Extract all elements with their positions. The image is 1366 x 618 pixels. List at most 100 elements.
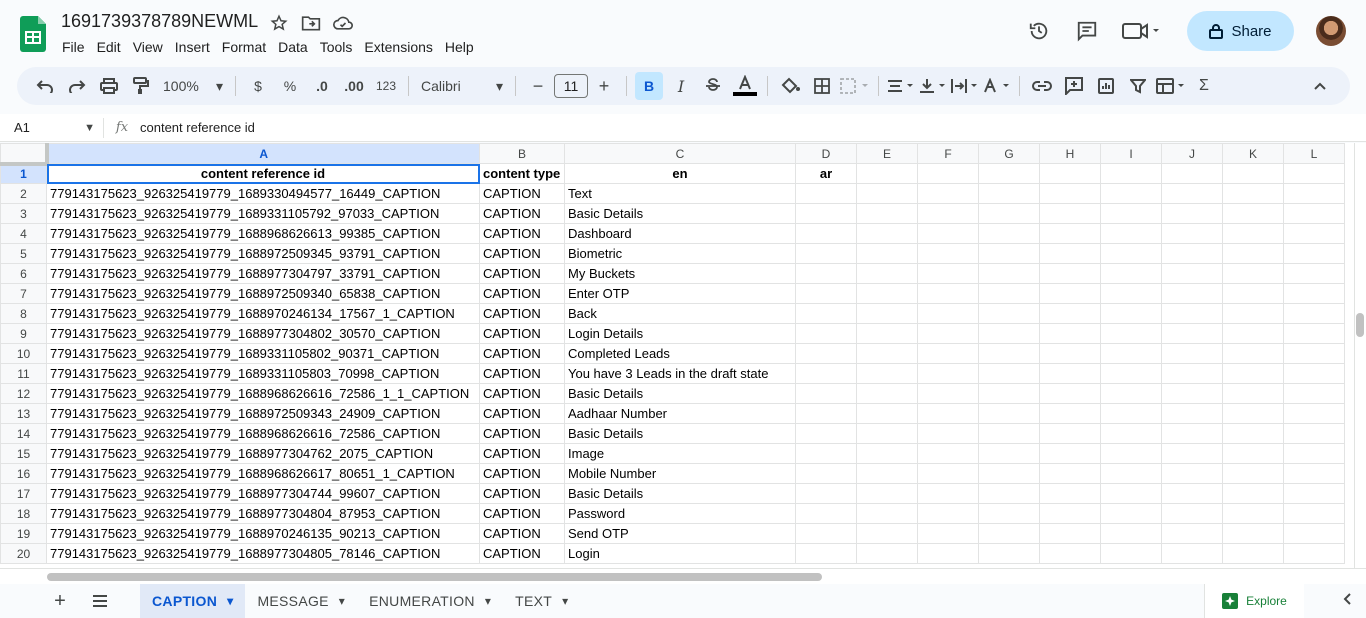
cell-d18[interactable]: [795, 503, 857, 524]
cell-d19[interactable]: [795, 523, 857, 544]
cell-k13[interactable]: [1222, 403, 1284, 424]
cell-a19[interactable]: 779143175623_926325419779_1688970246135_…: [46, 523, 480, 544]
all-sheets-menu-icon[interactable]: [84, 585, 116, 617]
cell-b11[interactable]: CAPTION: [479, 363, 565, 384]
cell-d11[interactable]: [795, 363, 857, 384]
cell-d6[interactable]: [795, 263, 857, 284]
cell-f14[interactable]: [917, 423, 979, 444]
cell-f6[interactable]: [917, 263, 979, 284]
cell-c16[interactable]: Mobile Number: [564, 463, 796, 484]
cell-j11[interactable]: [1161, 363, 1223, 384]
cell-d1[interactable]: ar: [795, 163, 857, 184]
meet-camera-icon[interactable]: [1115, 11, 1169, 51]
zoom-select[interactable]: 100% ▾: [159, 72, 227, 100]
cell-j7[interactable]: [1161, 283, 1223, 304]
paint-format-icon[interactable]: [127, 72, 155, 100]
borders-icon[interactable]: [808, 72, 836, 100]
cell-c7[interactable]: Enter OTP: [564, 283, 796, 304]
cell-b15[interactable]: CAPTION: [479, 443, 565, 464]
cell-g7[interactable]: [978, 283, 1040, 304]
cell-a11[interactable]: 779143175623_926325419779_1689331105803_…: [46, 363, 480, 384]
cell-d9[interactable]: [795, 323, 857, 344]
row-header-11[interactable]: 11: [0, 363, 47, 384]
cell-k7[interactable]: [1222, 283, 1284, 304]
cell-l9[interactable]: [1283, 323, 1345, 344]
cell-j20[interactable]: [1161, 543, 1223, 564]
print-icon[interactable]: [95, 72, 123, 100]
cell-c1[interactable]: en: [564, 163, 796, 184]
move-folder-icon[interactable]: [300, 12, 322, 34]
cell-j2[interactable]: [1161, 183, 1223, 204]
cell-h17[interactable]: [1039, 483, 1101, 504]
cell-a7[interactable]: 779143175623_926325419779_1688972509340_…: [46, 283, 480, 304]
cell-e8[interactable]: [856, 303, 918, 324]
row-header-8[interactable]: 8: [0, 303, 47, 324]
column-header-l[interactable]: L: [1283, 143, 1345, 164]
cell-i10[interactable]: [1100, 343, 1162, 364]
cell-b7[interactable]: CAPTION: [479, 283, 565, 304]
cell-b5[interactable]: CAPTION: [479, 243, 565, 264]
cell-b16[interactable]: CAPTION: [479, 463, 565, 484]
cell-i9[interactable]: [1100, 323, 1162, 344]
increase-font-size-button[interactable]: +: [590, 72, 618, 100]
cell-e3[interactable]: [856, 203, 918, 224]
cell-h16[interactable]: [1039, 463, 1101, 484]
cell-k4[interactable]: [1222, 223, 1284, 244]
cell-d10[interactable]: [795, 343, 857, 364]
cell-k17[interactable]: [1222, 483, 1284, 504]
chevron-down-icon[interactable]: ▾: [339, 594, 345, 608]
cell-a16[interactable]: 779143175623_926325419779_1688968626617_…: [46, 463, 480, 484]
menu-tools[interactable]: Tools: [314, 38, 359, 56]
document-title[interactable]: 1691739378789NEWML: [61, 11, 258, 32]
row-header-7[interactable]: 7: [0, 283, 47, 304]
select-all-corner[interactable]: [0, 143, 49, 166]
cell-a4[interactable]: 779143175623_926325419779_1688968626613_…: [46, 223, 480, 244]
menu-file[interactable]: File: [56, 38, 91, 56]
cell-g17[interactable]: [978, 483, 1040, 504]
text-rotation-icon[interactable]: [983, 72, 1011, 100]
cell-e16[interactable]: [856, 463, 918, 484]
cell-d5[interactable]: [795, 243, 857, 264]
cell-l17[interactable]: [1283, 483, 1345, 504]
cell-l18[interactable]: [1283, 503, 1345, 524]
menu-data[interactable]: Data: [272, 38, 314, 56]
row-header-17[interactable]: 17: [0, 483, 47, 504]
text-wrapping-icon[interactable]: [951, 72, 979, 100]
percent-format-button[interactable]: %: [276, 72, 304, 100]
italic-button[interactable]: I: [667, 72, 695, 100]
cell-g20[interactable]: [978, 543, 1040, 564]
font-size-input[interactable]: 11: [554, 74, 588, 98]
cell-d14[interactable]: [795, 423, 857, 444]
cell-c2[interactable]: Text: [564, 183, 796, 204]
row-header-2[interactable]: 2: [0, 183, 47, 204]
filter-views-icon[interactable]: [1156, 72, 1186, 100]
column-header-e[interactable]: E: [856, 143, 918, 164]
cell-b13[interactable]: CAPTION: [479, 403, 565, 424]
cell-f15[interactable]: [917, 443, 979, 464]
strikethrough-icon[interactable]: [699, 72, 727, 100]
column-header-j[interactable]: J: [1161, 143, 1223, 164]
cell-d3[interactable]: [795, 203, 857, 224]
sheet-tab-message[interactable]: MESSAGE ▾: [245, 584, 357, 618]
insert-comment-icon[interactable]: [1060, 72, 1088, 100]
horizontal-align-icon[interactable]: [887, 72, 915, 100]
cell-b14[interactable]: CAPTION: [479, 423, 565, 444]
add-sheet-icon[interactable]: +: [44, 585, 76, 617]
cell-e11[interactable]: [856, 363, 918, 384]
cell-j17[interactable]: [1161, 483, 1223, 504]
version-history-icon[interactable]: [1019, 11, 1059, 51]
cell-k3[interactable]: [1222, 203, 1284, 224]
cell-e4[interactable]: [856, 223, 918, 244]
cell-b19[interactable]: CAPTION: [479, 523, 565, 544]
cell-c5[interactable]: Biometric: [564, 243, 796, 264]
cell-g6[interactable]: [978, 263, 1040, 284]
merge-cells-icon[interactable]: [840, 72, 870, 100]
cell-l1[interactable]: [1283, 163, 1345, 184]
cell-i18[interactable]: [1100, 503, 1162, 524]
cell-h1[interactable]: [1039, 163, 1101, 184]
cell-k19[interactable]: [1222, 523, 1284, 544]
cell-g13[interactable]: [978, 403, 1040, 424]
cell-a18[interactable]: 779143175623_926325419779_1688977304804_…: [46, 503, 480, 524]
cell-i8[interactable]: [1100, 303, 1162, 324]
cell-k2[interactable]: [1222, 183, 1284, 204]
